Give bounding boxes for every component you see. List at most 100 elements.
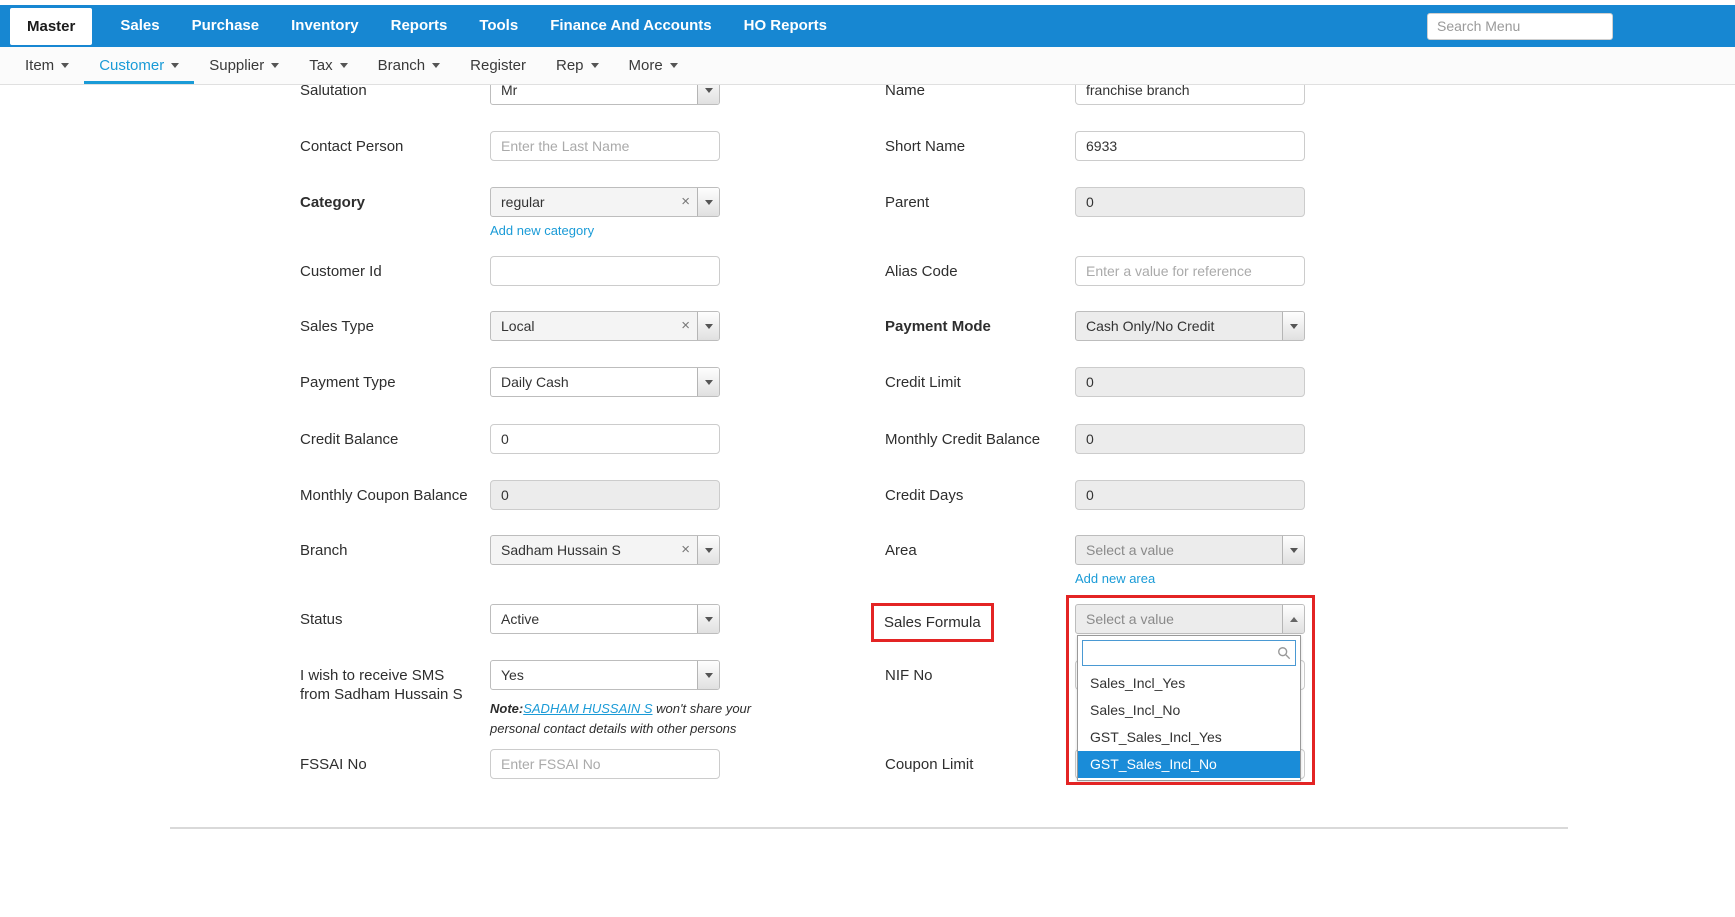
- clear-selection-icon[interactable]: ×: [674, 188, 697, 216]
- sub-nav-item-rep[interactable]: Rep: [541, 47, 614, 84]
- caret-down-icon: [1290, 548, 1298, 553]
- caret-down-icon: [705, 200, 713, 205]
- customer-id-input[interactable]: [490, 256, 720, 286]
- alias-code-input[interactable]: [1075, 256, 1305, 286]
- add-new-category-link[interactable]: Add new category: [490, 223, 594, 238]
- field-label-cell: Sales Formula: [885, 602, 1075, 649]
- credit-balance-input[interactable]: [490, 424, 720, 454]
- sub-nav-item-label: Register: [470, 57, 526, 74]
- caret-down-icon: [705, 617, 713, 622]
- sub-nav-item-tax[interactable]: Tax: [294, 47, 362, 84]
- payment-type-select[interactable]: Daily Cash: [490, 367, 720, 397]
- field-control-cell: [490, 747, 720, 779]
- field-control-cell: Sadham Hussain S×: [490, 533, 720, 565]
- sub-nav-item-customer[interactable]: Customer: [84, 47, 194, 84]
- dropdown-option-sales-incl-no[interactable]: Sales_Incl_No: [1078, 697, 1300, 724]
- sub-nav-item-register[interactable]: Register: [455, 47, 541, 84]
- top-nav-item-ho-reports[interactable]: HO Reports: [728, 5, 843, 47]
- dropdown-toggle-button[interactable]: [697, 188, 719, 216]
- dropdown-option-sales-incl-yes[interactable]: Sales_Incl_Yes: [1078, 670, 1300, 697]
- dropdown-toggle-button[interactable]: [1282, 536, 1304, 564]
- branch-name-emphasis: SADHAM HUSSAIN S: [523, 701, 652, 716]
- status-select[interactable]: Active: [490, 604, 720, 634]
- top-nav-item-master[interactable]: Master: [10, 8, 92, 45]
- field-control-cell: Daily Cash: [490, 365, 720, 397]
- field-label-cell: Credit Limit: [885, 365, 1075, 392]
- field-label-cell: Sales Type: [300, 309, 490, 336]
- dropdown-toggle-button[interactable]: [1282, 605, 1304, 633]
- dropdown-toggle-button[interactable]: [697, 368, 719, 396]
- field-control-cell: regular× Add new category: [490, 185, 720, 240]
- dropdown-toggle-button[interactable]: [697, 312, 719, 340]
- clear-selection-icon[interactable]: ×: [674, 536, 697, 564]
- add-new-area-link[interactable]: Add new area: [1075, 571, 1155, 586]
- form-row: Customer Id Alias Code: [300, 254, 1310, 309]
- i-wish-to-receive-sms-from-sadham-hussain-s-select[interactable]: Yes: [490, 660, 720, 690]
- top-nav-item-tools[interactable]: Tools: [463, 5, 534, 47]
- sub-nav: ItemCustomerSupplier Tax Branch Register Rep…: [0, 47, 1735, 85]
- field-label-cell: Credit Days: [885, 478, 1075, 505]
- sub-nav-item-supplier[interactable]: Supplier: [194, 47, 294, 84]
- sales-formula-select[interactable]: Select a value: [1075, 604, 1305, 634]
- field-label-cell: I wish to receive SMS from Sadham Hussai…: [300, 658, 490, 704]
- dropdown-option-gst-sales-incl-yes[interactable]: GST_Sales_Incl_Yes: [1078, 724, 1300, 751]
- top-nav-item-reports[interactable]: Reports: [375, 5, 464, 47]
- short-name-label: Short Name: [885, 138, 965, 155]
- dropdown-option-gst-sales-incl-no[interactable]: GST_Sales_Incl_No: [1078, 751, 1300, 778]
- payment-mode-select[interactable]: Cash Only/No Credit: [1075, 311, 1305, 341]
- search-menu-input[interactable]: [1427, 13, 1613, 40]
- category-select-value: regular: [491, 194, 674, 210]
- branch-select[interactable]: Sadham Hussain S×: [490, 535, 720, 565]
- dropdown-toggle-button[interactable]: [1282, 312, 1304, 340]
- sales-formula-label: Sales Formula: [884, 614, 981, 631]
- field-label-cell: Payment Type: [300, 365, 490, 392]
- short-name-input[interactable]: [1075, 131, 1305, 161]
- field-control-cell: [1075, 254, 1305, 286]
- top-nav-item-purchase[interactable]: Purchase: [176, 5, 276, 47]
- field-label-cell: Contact Person: [300, 129, 490, 156]
- form-row: Payment TypeDaily Cash Credit Limit: [300, 365, 1310, 422]
- field-label-cell: Area: [885, 533, 1075, 560]
- caret-down-icon: [705, 380, 713, 385]
- status-label: Status: [300, 611, 343, 628]
- credit-balance-label: Credit Balance: [300, 431, 398, 448]
- field-label-cell: Customer Id: [300, 254, 490, 281]
- top-nav-item-inventory[interactable]: Inventory: [275, 5, 375, 47]
- credit-days-input: [1075, 480, 1305, 510]
- caret-down-icon: [705, 324, 713, 329]
- sub-nav-item-branch[interactable]: Branch: [363, 47, 456, 84]
- sub-nav-item-more[interactable]: More: [614, 47, 693, 84]
- monthly-coupon-balance-input: [490, 480, 720, 510]
- note-prefix: Note:: [490, 701, 523, 716]
- category-select[interactable]: regular×: [490, 187, 720, 217]
- sales-formula-select-value: Select a value: [1076, 611, 1282, 627]
- sub-nav-item-item[interactable]: Item: [10, 47, 84, 84]
- top-nav-search: [1427, 13, 1613, 40]
- chevron-down-icon: [670, 63, 678, 68]
- sales-type-select[interactable]: Local×: [490, 311, 720, 341]
- branch-label: Branch: [300, 542, 348, 559]
- field-label-cell: Alias Code: [885, 254, 1075, 281]
- contact-person-input[interactable]: [490, 131, 720, 161]
- dropdown-toggle-button[interactable]: [697, 661, 719, 689]
- dropdown-options: Sales_Incl_YesSales_Incl_NoGST_Sales_Inc…: [1078, 670, 1300, 778]
- sms-consent-note: Note:SADHAM HUSSAIN S won't share your p…: [490, 699, 772, 739]
- field-control-cell: Cash Only/No Credit: [1075, 309, 1305, 341]
- sub-nav-item-label: Tax: [309, 57, 332, 74]
- form-row: Credit BalanceMonthly Credit Balance: [300, 422, 1310, 478]
- field-control-cell: [1075, 365, 1305, 397]
- payment-mode-label: Payment Mode: [885, 318, 991, 335]
- dropdown-toggle-button[interactable]: [697, 605, 719, 633]
- dropdown-search-input[interactable]: [1082, 640, 1296, 666]
- field-control-cell: [490, 129, 720, 161]
- fssai-no-input[interactable]: [490, 749, 720, 779]
- dropdown-toggle-button[interactable]: [697, 536, 719, 564]
- clear-selection-icon[interactable]: ×: [674, 312, 697, 340]
- field-label-cell: Category: [300, 185, 490, 212]
- monthly-credit-balance-input: [1075, 424, 1305, 454]
- section-divider: [170, 827, 1568, 829]
- coupon-limit-label: Coupon Limit: [885, 756, 973, 773]
- top-nav-item-finance-and-accounts[interactable]: Finance And Accounts: [534, 5, 727, 47]
- top-nav-item-sales[interactable]: Sales: [104, 5, 175, 47]
- area-select[interactable]: Select a value: [1075, 535, 1305, 565]
